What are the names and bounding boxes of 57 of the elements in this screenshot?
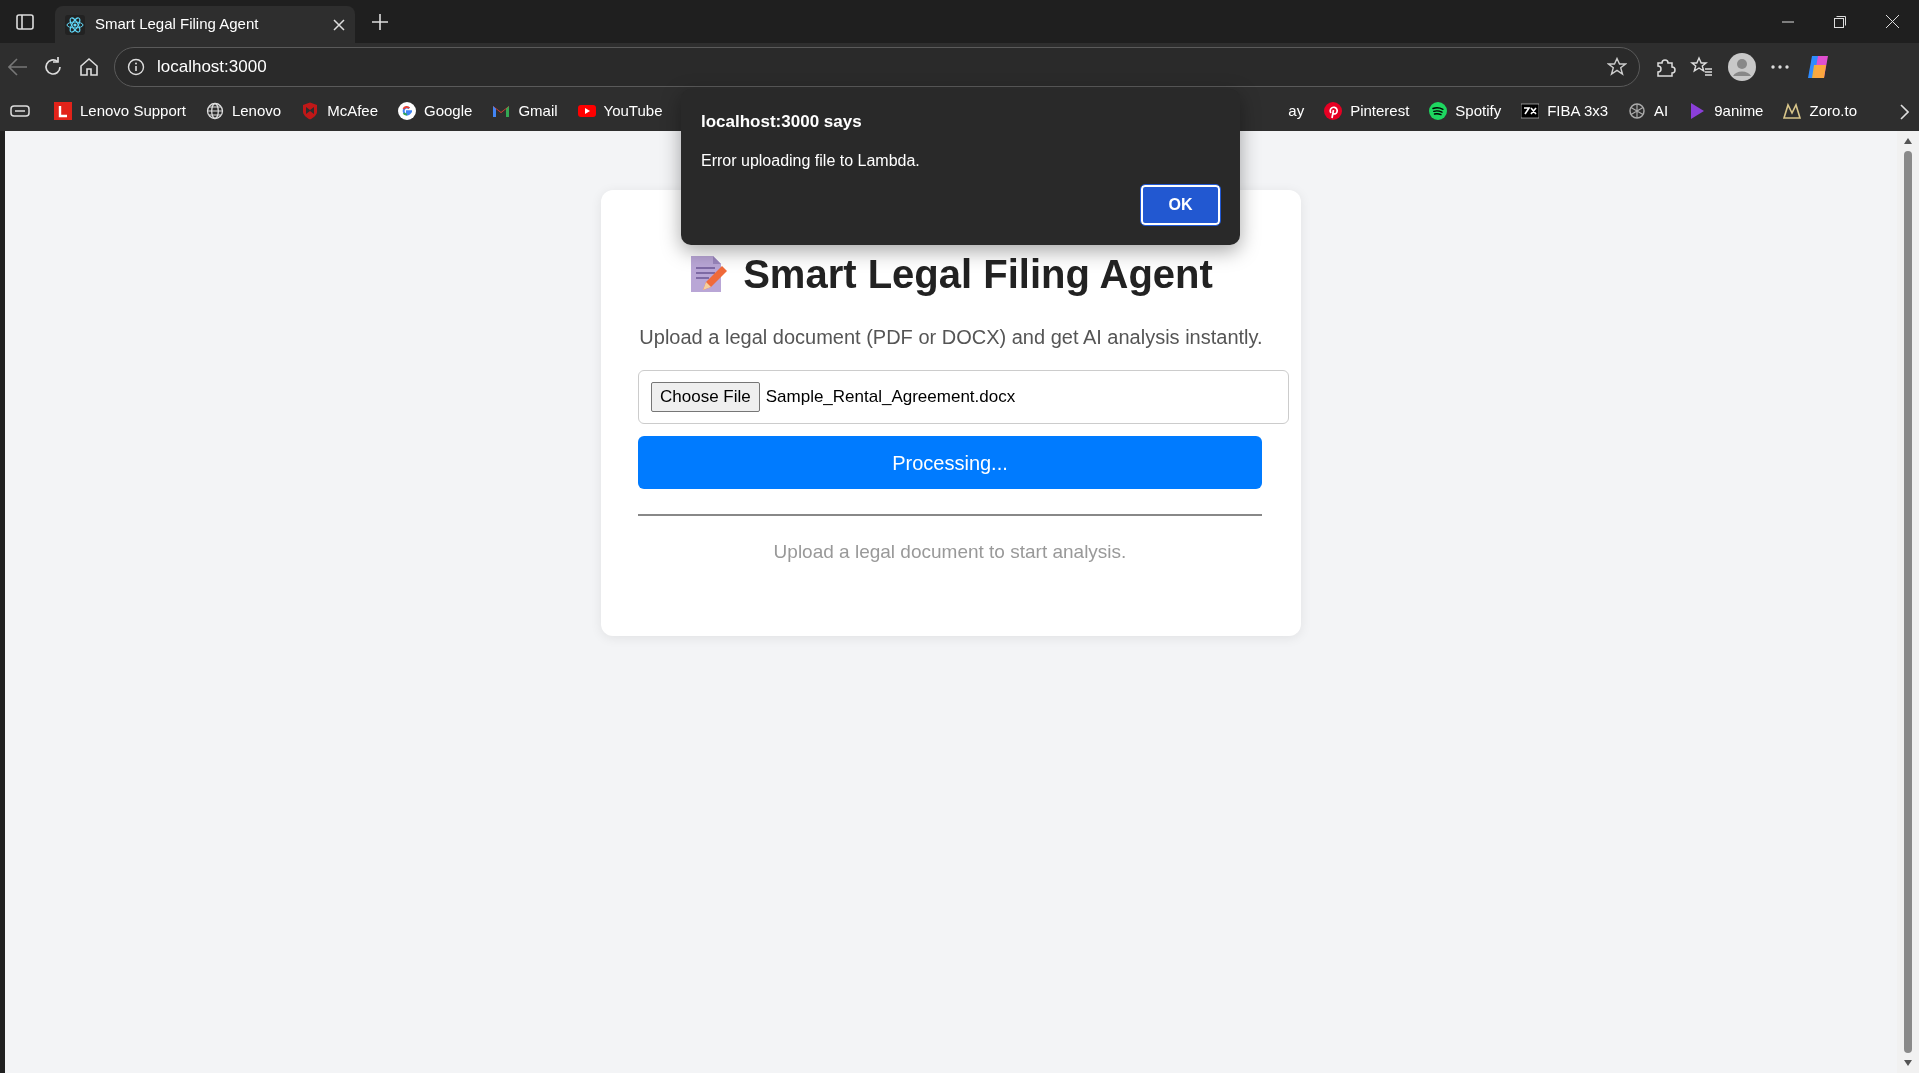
bookmark[interactable]: Spotify bbox=[1429, 99, 1502, 123]
lenovo-logo-icon bbox=[54, 102, 72, 120]
puzzle-icon[interactable] bbox=[1654, 56, 1676, 78]
scrollbar[interactable] bbox=[1897, 131, 1919, 1073]
file-name: Sample_Rental_Agreement.docx bbox=[765, 386, 1016, 409]
close-icon[interactable] bbox=[333, 18, 345, 31]
document-pencil-icon bbox=[689, 254, 728, 294]
bookmark[interactable]: Lenovo bbox=[205, 99, 282, 123]
bookmark[interactable]: McAfee bbox=[301, 99, 378, 123]
new-tab-icon[interactable] bbox=[371, 12, 389, 31]
star-icon[interactable] bbox=[1607, 57, 1627, 77]
google-logo-icon bbox=[398, 102, 416, 120]
scroll-up-icon[interactable] bbox=[1903, 137, 1913, 145]
tab-title: Smart Legal Filing Agent bbox=[95, 14, 260, 35]
file-input[interactable]: Choose File Sample_Rental_Agreement.docx bbox=[638, 370, 1289, 424]
address-bar[interactable]: localhost:3000 bbox=[114, 47, 1640, 87]
bookmark[interactable]: 9anime bbox=[1688, 99, 1764, 123]
crown-logo-icon bbox=[1783, 102, 1802, 120]
dialog-message: Error uploading file to Lambda. bbox=[701, 150, 921, 171]
page-title: Smart Legal Filing Agent bbox=[743, 252, 1213, 296]
bookmark[interactable]: ay bbox=[1288, 99, 1305, 123]
dialog-title: localhost:3000 says bbox=[701, 111, 863, 133]
home-icon[interactable] bbox=[78, 56, 100, 78]
bookmark[interactable]: YouTube bbox=[577, 99, 663, 123]
favorites-icon[interactable] bbox=[1690, 56, 1714, 78]
back-icon[interactable] bbox=[8, 58, 28, 76]
browser-tab[interactable]: Smart Legal Filing Agent bbox=[55, 6, 355, 43]
bookmark[interactable]: Gmail bbox=[492, 99, 558, 123]
status-text: Upload a legal document to start analysis. bbox=[772, 540, 1128, 564]
chevron-right-icon[interactable] bbox=[1899, 103, 1909, 120]
globe-icon bbox=[205, 102, 224, 120]
bookmark[interactable]: Google bbox=[398, 99, 473, 123]
processing-button[interactable]: Processing... bbox=[638, 436, 1262, 489]
sound-waves-logo-icon bbox=[1429, 102, 1448, 120]
shield-logo-icon bbox=[301, 102, 320, 120]
url-text: localhost:3000 bbox=[157, 56, 268, 79]
bookmark[interactable]: Zoro.to bbox=[1783, 99, 1857, 123]
ok-button[interactable]: OK bbox=[1141, 185, 1220, 225]
scroll-down-icon[interactable] bbox=[1903, 1059, 1913, 1067]
choose-file-button[interactable]: Choose File bbox=[651, 382, 760, 412]
close-icon[interactable] bbox=[1886, 15, 1899, 28]
badge-logo-icon bbox=[1521, 102, 1540, 120]
reading-list-icon[interactable] bbox=[10, 104, 30, 118]
pin-logo-icon bbox=[1324, 102, 1343, 120]
play-logo-icon bbox=[577, 102, 596, 120]
bookmark[interactable]: Pinterest bbox=[1324, 99, 1410, 123]
subtitle: Upload a legal document (PDF or DOCX) and get AI analysis instantly. bbox=[638, 325, 1264, 350]
profile-icon[interactable] bbox=[1728, 53, 1756, 81]
sidebar-icon[interactable] bbox=[16, 12, 34, 31]
restore-icon[interactable] bbox=[1834, 15, 1846, 28]
more-icon[interactable] bbox=[1770, 64, 1790, 70]
atom-icon bbox=[65, 14, 85, 35]
bookmark[interactable]: Lenovo Support bbox=[54, 99, 186, 123]
reload-icon[interactable] bbox=[42, 56, 64, 78]
bookmark[interactable]: AI bbox=[1628, 99, 1669, 123]
bookmark[interactable]: FIBA 3x3 bbox=[1521, 99, 1609, 123]
info-icon bbox=[127, 58, 145, 76]
